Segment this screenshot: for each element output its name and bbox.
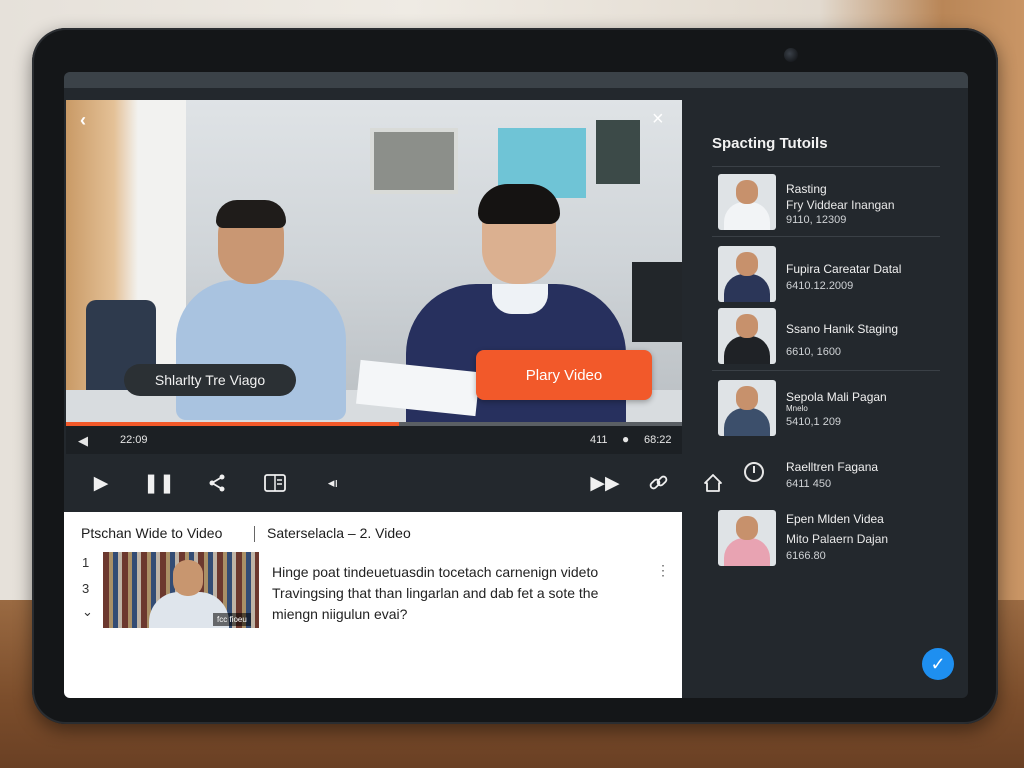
video-thumbnail[interactable]: fcc fioeu [103,552,259,628]
player-controls: ▶ ❚❚ ◂ı ▶▶ [66,454,722,512]
count-label: 411 [590,434,608,446]
volume-icon[interactable]: ◂ı [318,468,348,498]
divider [712,236,940,237]
chevron-left-icon[interactable]: ‹ [80,110,86,131]
item-thumbnail [718,174,776,230]
link-icon[interactable] [644,468,674,498]
video-player[interactable]: ‹ × Shlarlty Tre Viago Plary Video [66,100,682,424]
tablet-device: ‹ × Shlarlty Tre Viago Plary Video ◀ 22:… [32,28,998,724]
thumbnail-caption: fcc fioeu [213,613,251,626]
sidebar-item[interactable]: Sepola Mali Pagan Mnelo 5410,1 209 [718,380,948,438]
captions-icon[interactable] [260,468,290,498]
app-screen: ‹ × Shlarlty Tre Viago Plary Video ◀ 22:… [64,72,968,698]
share-icon[interactable] [202,468,232,498]
total-time: 68:22 [644,434,672,446]
play-video-button[interactable]: Plary Video [476,350,652,400]
item-thumbnail [718,380,776,436]
sidebar-item[interactable]: Epen Mlden Videa Mito Palaern Dajan 6166… [718,510,948,568]
fast-forward-icon[interactable]: ▶▶ [590,468,620,498]
sidebar-title: Spacting Tutoils [712,135,828,152]
close-icon[interactable]: × [652,108,664,131]
sidebar-item[interactable]: Raelltren Fagana 6411 450 [718,452,948,510]
list-number: 1 [82,555,90,570]
info-icon[interactable]: ● [622,432,629,446]
pane-title: Ptschan Wide to Video [81,525,223,541]
video-title-pill[interactable]: Shlarlty Tre Viago [124,364,296,396]
item-thumbnail [718,510,776,566]
sidebar-item[interactable]: Ssano Hanik Staging 6610, 1600 [718,308,948,366]
sidebar-item[interactable]: Fupira Careatar Datal 6410.12.2009 [718,246,948,304]
list-number: 3 [82,581,90,596]
more-options-icon[interactable]: ⋮ [656,562,670,579]
arrow-left-icon[interactable]: ◀ [78,433,88,449]
office-monitor [632,262,682,342]
video-description: Hinge poat tindeuetuasdin tocetach carne… [272,564,599,622]
pane-subtitle[interactable]: Saterselacla – 2. Video [267,525,411,541]
item-thumbnail [718,246,776,302]
video-details-pane: Ptschan Wide to Video Saterselacla – 2. … [64,512,682,698]
divider [712,370,940,371]
sidebar-item[interactable]: Rasting Fry Viddear Inangan 9110, 12309 [718,174,948,232]
chevron-down-icon[interactable]: ⌄ [82,604,93,620]
play-icon[interactable]: ▶ [86,468,116,498]
divider [712,166,940,167]
wall-picture [596,120,640,184]
current-time: 22:09 [120,434,148,446]
camera-icon [784,48,798,62]
time-bar: ◀ 22:09 411 ● 68:22 [66,426,682,454]
top-strip [64,72,968,88]
check-icon[interactable]: ✓ [922,648,954,680]
clock-icon [744,462,764,482]
item-thumbnail [718,308,776,364]
pause-icon[interactable]: ❚❚ [143,468,175,498]
divider [254,526,255,542]
